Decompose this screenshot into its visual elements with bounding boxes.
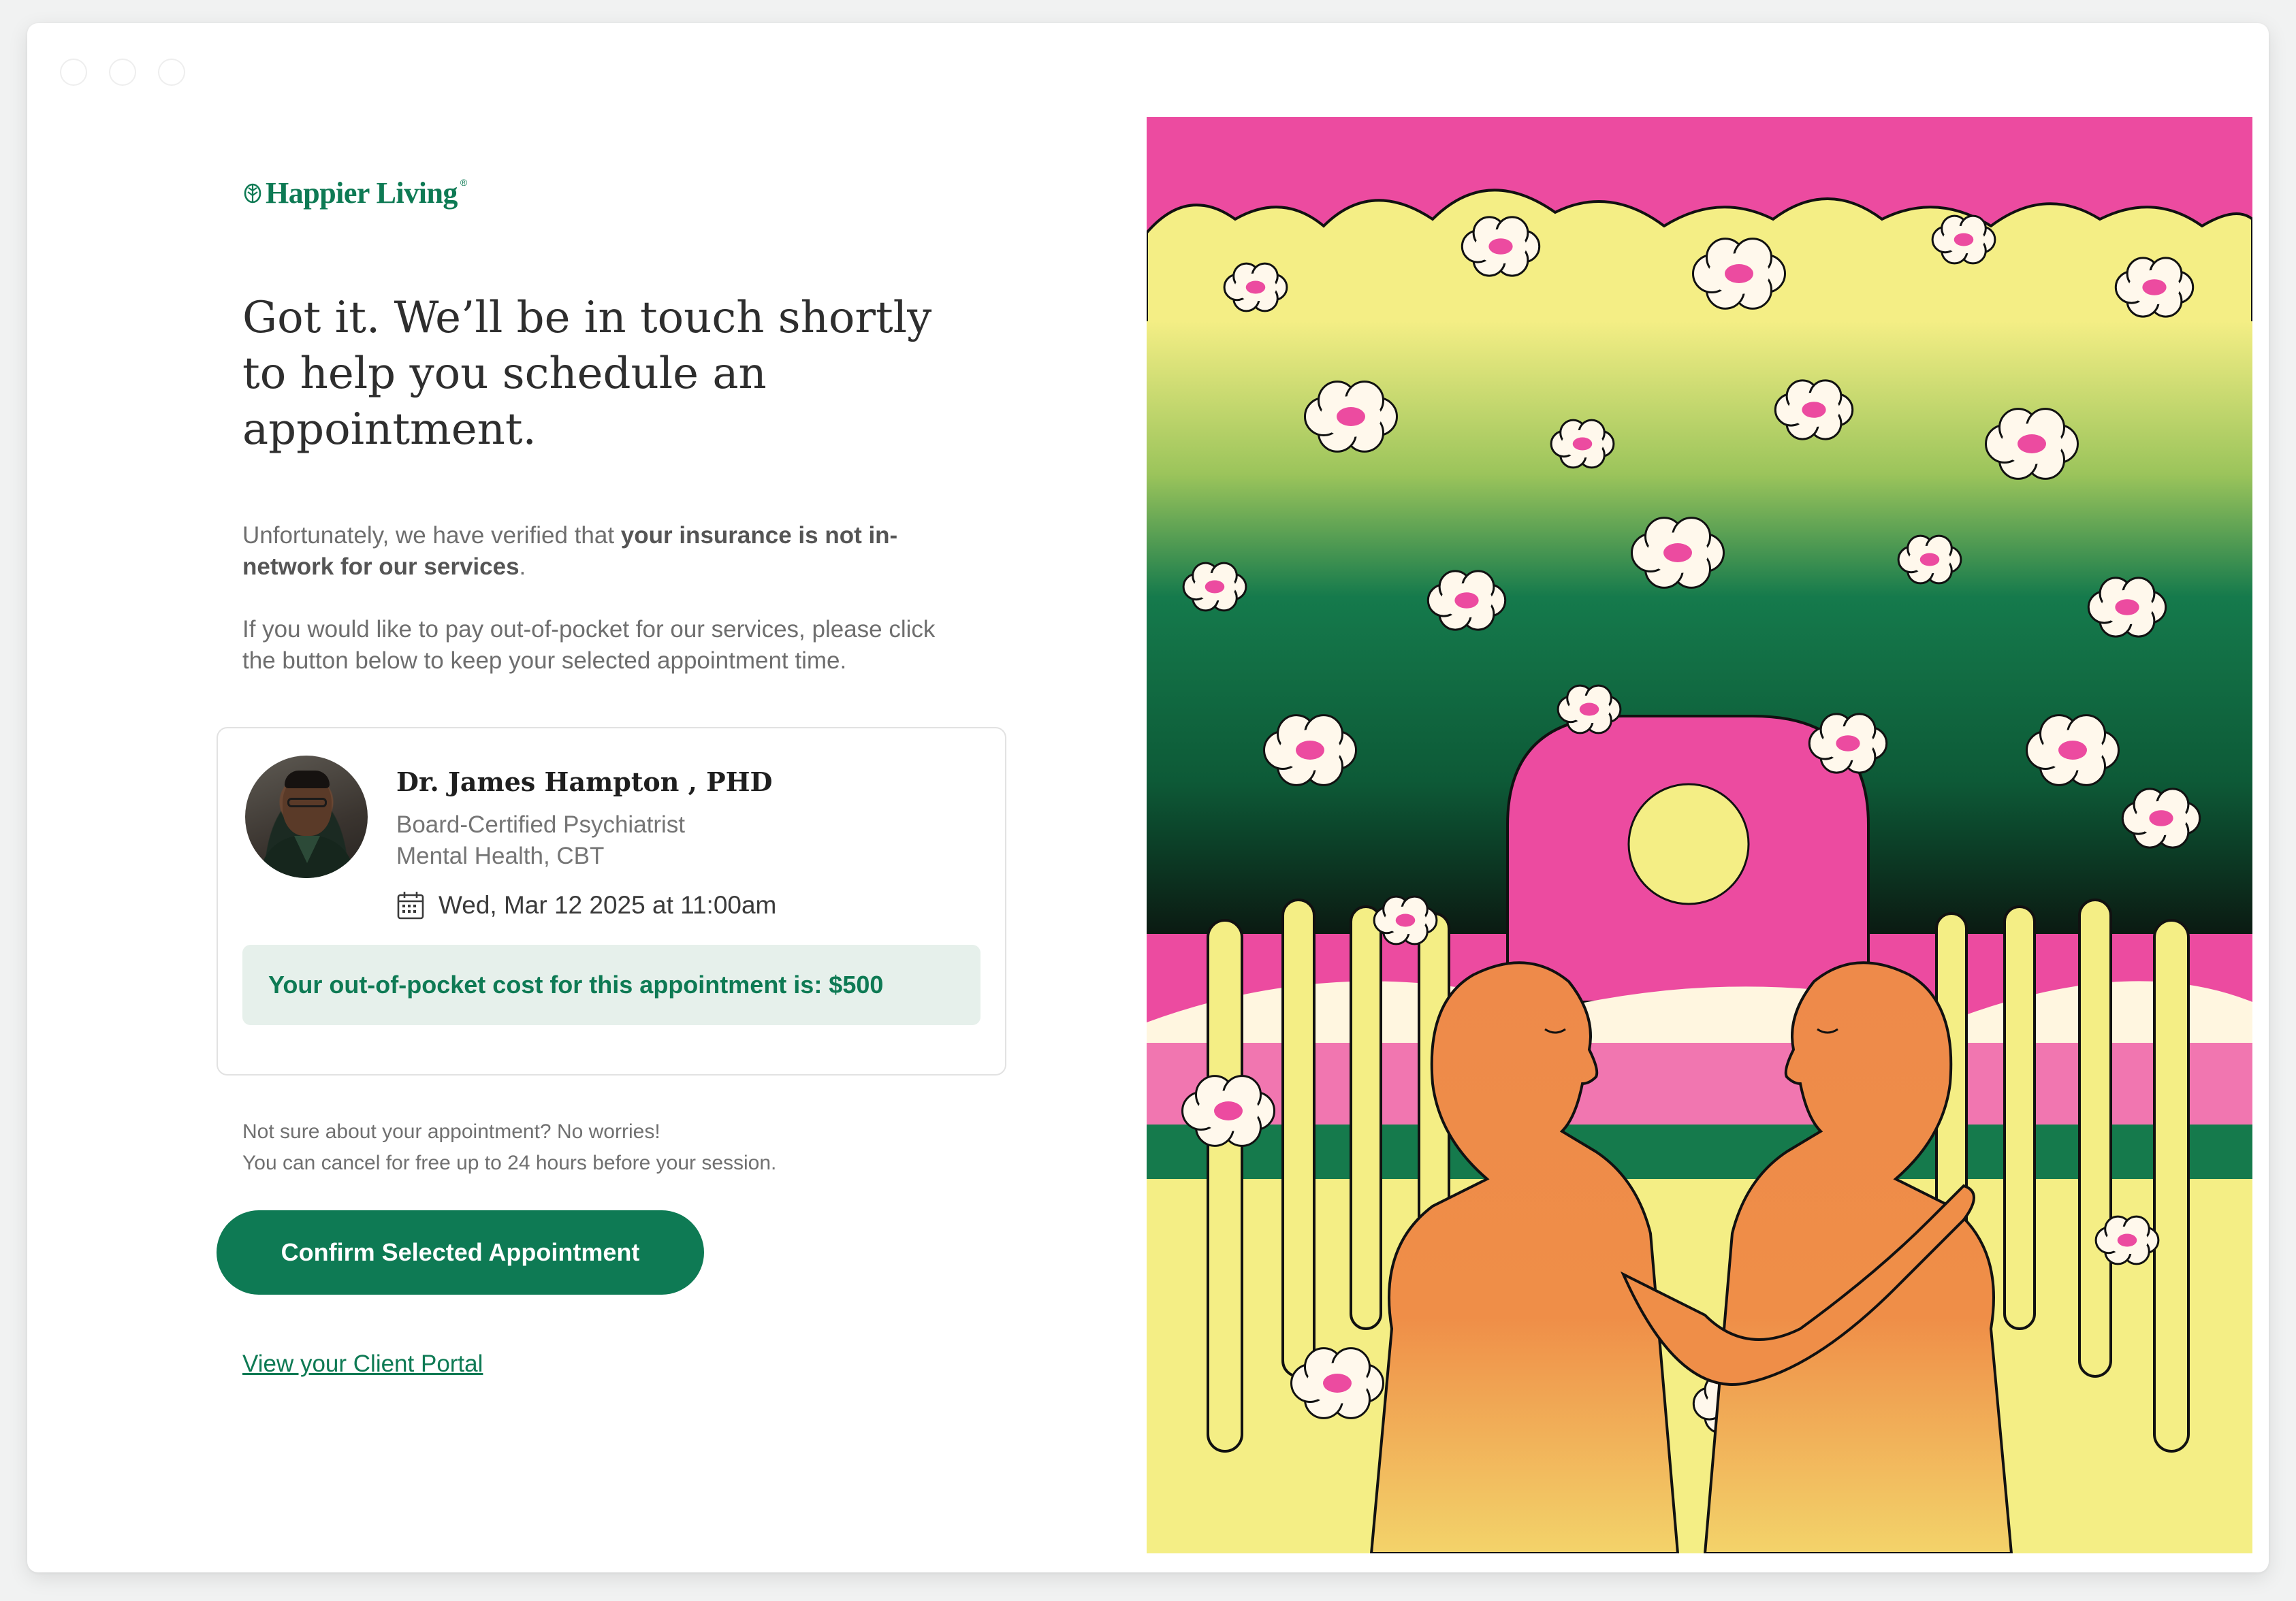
insurance-message: Unfortunately, we have verified that you… (242, 520, 964, 583)
cost-message: Your out-of-pocket cost for this appoint… (268, 971, 884, 999)
brand-name: Happier Living (266, 176, 458, 210)
confirmation-panel: Happier Living ® Got it. We’ll be in tou… (27, 23, 1144, 1572)
sun-shape (1627, 783, 1750, 905)
cost-banner: Your out-of-pocket cost for this appoint… (242, 945, 980, 1025)
app-window: Happier Living ® Got it. We’ll be in tou… (27, 23, 2269, 1572)
client-portal-link[interactable]: View your Client Portal (242, 1351, 483, 1378)
payment-instructions: If you would like to pay out-of-pocket f… (242, 616, 936, 674)
cancellation-note-line1: Not sure about your appointment? No worr… (242, 1120, 660, 1143)
page-title: Got it. We’ll be in touch shortly to hel… (242, 293, 932, 455)
avatar (245, 756, 368, 878)
provider-name: Dr. James Hampton , PHD (396, 766, 773, 797)
insurance-message-prefix: Unfortunately, we have verified that (242, 522, 621, 549)
provider-title: Board-Certified Psychiatrist (396, 811, 686, 838)
appointment-card: Dr. James Hampton , PHD Board-Certified … (217, 727, 1006, 1076)
calendar-icon (397, 892, 424, 920)
registered-mark: ® (460, 177, 468, 188)
appointment-datetime-text: Wed, Mar 12 2025 at 11:00am (439, 891, 777, 919)
brand-logo[interactable]: Happier Living ® (242, 176, 467, 210)
avatar-glasses-shape (287, 798, 327, 807)
cancellation-note: Not sure about your appointment? No worr… (242, 1116, 776, 1179)
appointment-datetime: Wed, Mar 12 2025 at 11:00am (396, 890, 776, 920)
insurance-message-suffix: . (519, 553, 526, 580)
leaf-logo-icon (244, 183, 261, 203)
avatar-hair-shape (285, 771, 330, 788)
illustration-canvas (1147, 117, 2252, 1553)
confirm-appointment-button[interactable]: Confirm Selected Appointment (217, 1210, 704, 1295)
hero-illustration (1147, 117, 2252, 1553)
cancellation-note-line2: You can cancel for free up to 24 hours b… (242, 1152, 777, 1174)
provider-specialties: Mental Health, CBT (396, 843, 605, 869)
